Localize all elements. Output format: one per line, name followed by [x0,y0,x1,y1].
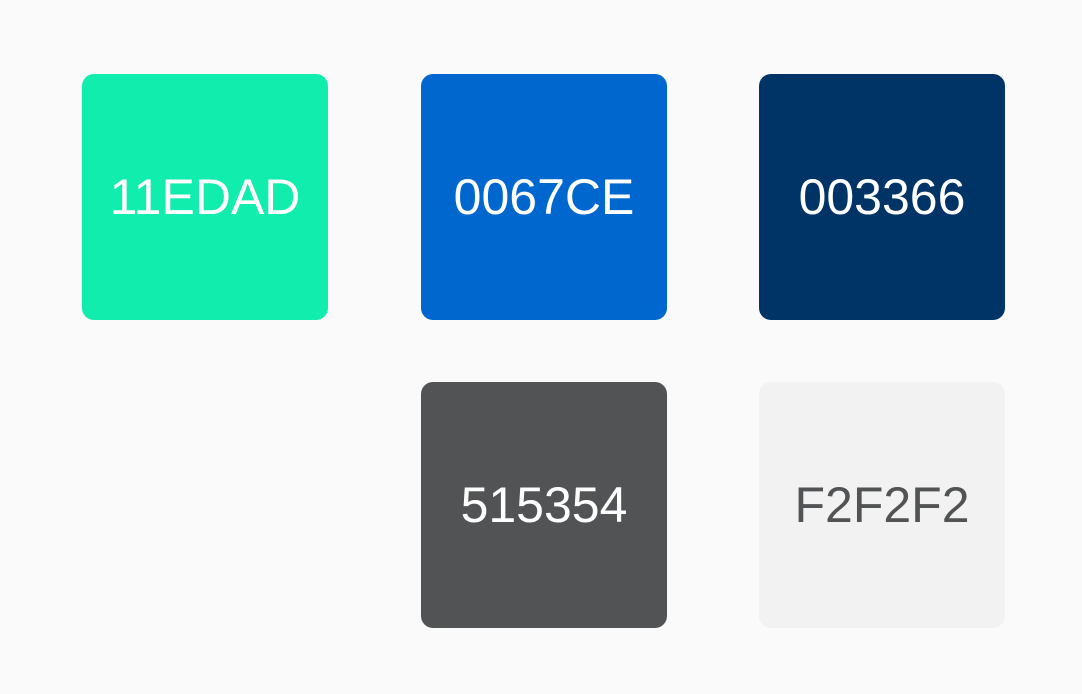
swatch-003366: 003366 [759,74,1005,320]
swatch-f2f2f2: F2F2F2 [759,382,1005,628]
swatch-label: 515354 [460,477,628,533]
swatch-515354: 515354 [421,382,667,628]
swatch-0067ce: 0067CE [421,74,667,320]
swatch-label: 11EDAD [109,169,301,225]
swatch-label: F2F2F2 [794,477,970,533]
swatch-11edad: 11EDAD [82,74,328,320]
swatch-label: 003366 [798,169,966,225]
swatch-label: 0067CE [453,169,635,225]
